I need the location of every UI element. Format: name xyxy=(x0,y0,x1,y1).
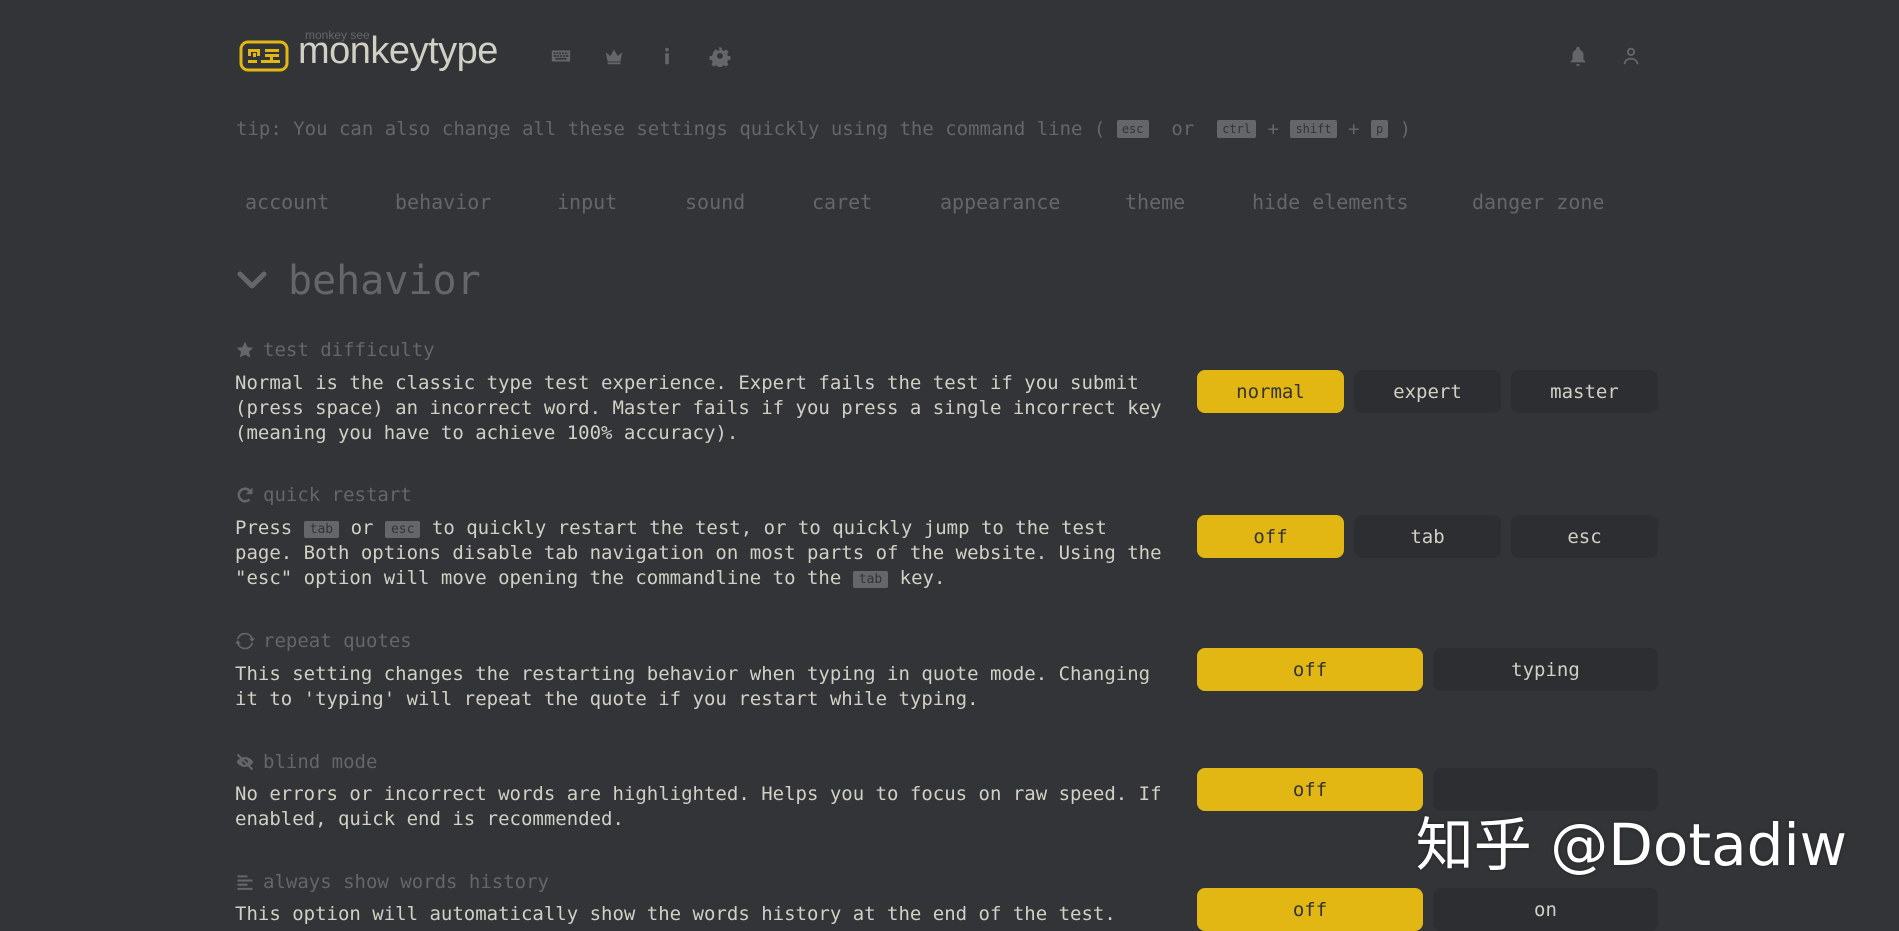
tab-hide-elements[interactable]: hide elements xyxy=(1252,190,1409,214)
setting-title-label: repeat quotes xyxy=(263,630,412,652)
setting-description: This setting changes the restarting beha… xyxy=(235,663,1151,710)
key-p: p xyxy=(1370,120,1389,138)
tab-caret[interactable]: caret xyxy=(812,190,872,214)
tip-prefix: tip: You can also change all these setti… xyxy=(236,118,1106,140)
crown-icon[interactable] xyxy=(602,44,626,68)
tab-input[interactable]: input xyxy=(557,190,617,214)
tab-appearance[interactable]: appearance xyxy=(940,190,1060,214)
quick-restart-tab-button[interactable]: tab xyxy=(1354,515,1501,558)
repeat-quotes-off-button[interactable]: off xyxy=(1197,648,1423,691)
eye-slash-icon xyxy=(236,753,254,771)
key-tab: tab xyxy=(303,521,340,538)
section-title[interactable]: behavior xyxy=(288,258,481,304)
tab-account[interactable]: account xyxy=(245,190,329,214)
setting-description: This option will automatically show the … xyxy=(235,903,1116,925)
tab-danger-zone[interactable]: danger zone xyxy=(1472,190,1604,214)
desc-text: key. xyxy=(899,567,946,589)
tab-sound[interactable]: sound xyxy=(685,190,745,214)
repeat-quotes-typing-button[interactable]: typing xyxy=(1433,648,1658,691)
setting-description: No errors or incorrect words are highlig… xyxy=(235,783,1162,830)
chevron-down-icon[interactable] xyxy=(236,264,268,296)
tip-or: or xyxy=(1171,118,1195,140)
quick-restart-off-button[interactable]: off xyxy=(1197,515,1344,558)
quick-restart-esc-button[interactable]: esc xyxy=(1511,515,1658,558)
key-ctrl: ctrl xyxy=(1217,120,1257,138)
gear-icon[interactable] xyxy=(708,44,732,68)
watermark: 知乎 @Dotadiw xyxy=(1415,811,1847,879)
setting-title-always-show-words-history: always show words history xyxy=(235,871,549,893)
desc-text: Press xyxy=(235,517,293,539)
setting-title-label: quick restart xyxy=(263,484,412,506)
desc-text: or xyxy=(350,517,374,539)
difficulty-expert-button[interactable]: expert xyxy=(1354,370,1501,413)
setting-title-blind-mode: blind mode xyxy=(235,751,377,773)
setting-title-label: test difficulty xyxy=(263,339,435,361)
key-esc: esc xyxy=(384,521,421,538)
tip-suffix: ) xyxy=(1399,118,1412,140)
bell-icon[interactable] xyxy=(1566,44,1590,68)
logo-text[interactable]: monkeytype xyxy=(298,30,498,73)
setting-title-label: blind mode xyxy=(263,751,378,773)
difficulty-normal-button[interactable]: normal xyxy=(1197,370,1344,413)
sync-icon xyxy=(235,632,255,650)
difficulty-master-button[interactable]: master xyxy=(1511,370,1658,413)
keyboard-icon[interactable] xyxy=(549,44,573,68)
blind-mode-off-button[interactable]: off xyxy=(1197,768,1423,811)
words-history-on-button[interactable]: on xyxy=(1433,888,1658,931)
setting-description: Normal is the classic type test experien… xyxy=(235,372,1162,444)
info-icon[interactable] xyxy=(655,44,679,68)
tab-theme[interactable]: theme xyxy=(1125,190,1185,214)
setting-title-label: always show words history xyxy=(263,871,549,893)
key-esc: esc xyxy=(1116,120,1149,138)
tip-text: tip: You can also change all these setti… xyxy=(236,118,1411,140)
key-tab: tab xyxy=(852,571,889,588)
redo-icon xyxy=(237,487,253,503)
words-history-off-button[interactable]: off xyxy=(1197,888,1423,931)
key-shift: shift xyxy=(1290,120,1337,138)
setting-title-repeat-quotes: repeat quotes xyxy=(235,630,412,652)
star-icon xyxy=(236,341,254,358)
tip-plus: + xyxy=(1267,118,1279,140)
user-icon[interactable] xyxy=(1619,44,1643,68)
tip-plus: + xyxy=(1348,118,1360,140)
align-left-icon xyxy=(237,875,253,890)
tab-behavior[interactable]: behavior xyxy=(395,190,491,214)
logo-icon[interactable] xyxy=(239,40,289,72)
setting-description: Press tab or esc to quickly restart the … xyxy=(235,516,1170,591)
desc-text: to quickly restart the test, or to quick… xyxy=(235,517,1162,589)
setting-title-quick-restart: quick restart xyxy=(235,484,412,506)
setting-title-test-difficulty: test difficulty xyxy=(235,339,435,361)
